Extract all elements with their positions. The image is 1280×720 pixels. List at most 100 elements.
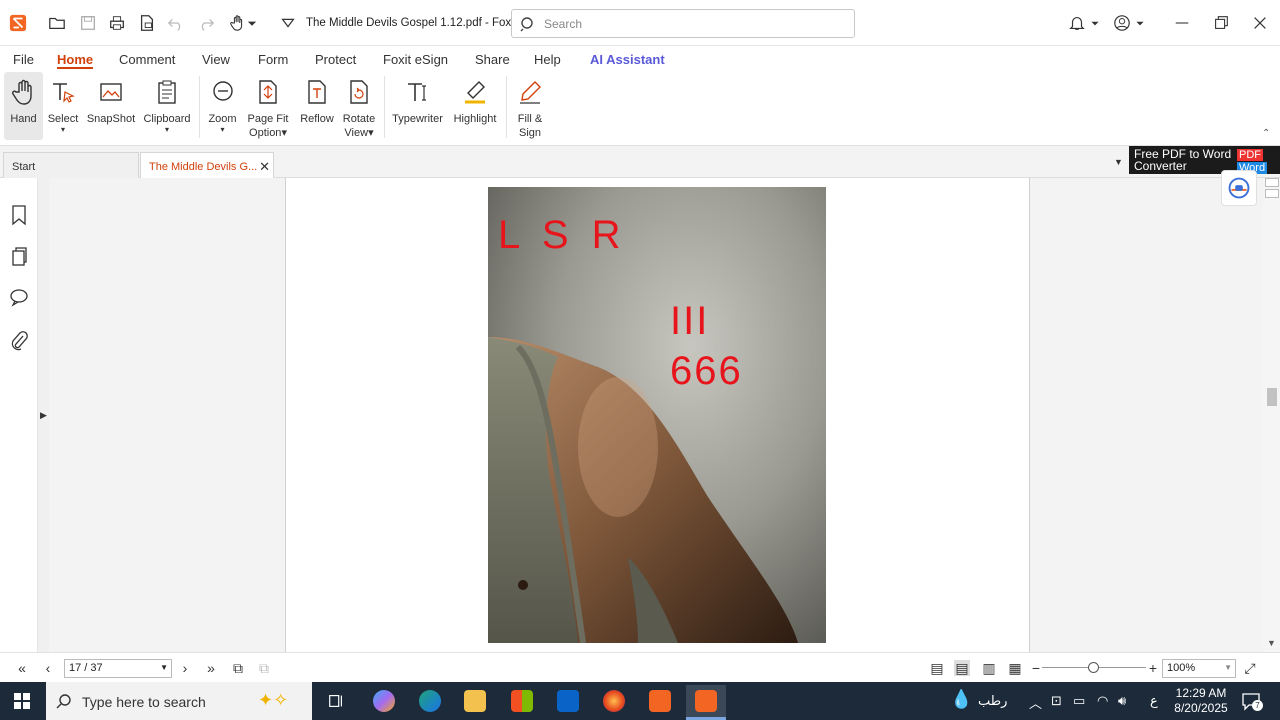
quick-access-dropdown-icon[interactable] xyxy=(245,13,259,33)
highlight-button[interactable]: Highlight xyxy=(450,72,500,140)
battery-icon[interactable]: ▭ xyxy=(1073,693,1085,709)
split-view-control[interactable] xyxy=(1265,189,1279,198)
search-box[interactable]: Search xyxy=(511,9,855,38)
expand-panel-icon[interactable]: ▶ xyxy=(40,410,47,421)
tab-document[interactable]: The Middle Devils G... ✕ xyxy=(140,152,274,178)
undo-icon[interactable] xyxy=(166,13,186,33)
tab-start[interactable]: Start xyxy=(3,152,139,178)
zoom-button[interactable]: Zoom ▾ xyxy=(205,72,240,140)
notification-center-icon[interactable]: 7 xyxy=(1241,691,1263,711)
previous-view-icon[interactable]: ⧉ xyxy=(230,660,246,676)
outlook-icon[interactable] xyxy=(548,685,588,717)
menu-ai-assistant[interactable]: AI Assistant xyxy=(590,52,665,67)
menu-comment[interactable]: Comment xyxy=(119,52,175,67)
bookmark-icon[interactable] xyxy=(9,204,29,226)
vertical-scrollbar[interactable]: ▼ xyxy=(1263,178,1280,652)
fullscreen-icon[interactable]: ⤢ xyxy=(1242,660,1258,676)
scroll-down-icon[interactable]: ▼ xyxy=(1267,638,1276,648)
continuous-page-icon[interactable]: ▤ xyxy=(954,660,970,676)
typewriter-button[interactable]: Typewriter xyxy=(390,72,445,140)
close-window-icon[interactable] xyxy=(1250,13,1270,33)
zoom-slider-thumb[interactable] xyxy=(1088,662,1099,673)
panel-toggle-strip[interactable]: ▶ xyxy=(38,178,49,652)
collapse-ribbon-icon[interactable]: ⌃ xyxy=(1262,128,1270,139)
bell-icon[interactable] xyxy=(1067,13,1087,33)
menu-share[interactable]: Share xyxy=(475,52,510,67)
menu-help[interactable]: Help xyxy=(534,52,561,67)
tab-list-dropdown-icon[interactable]: ▼ xyxy=(1114,157,1123,167)
typewriter-icon xyxy=(407,83,426,101)
zoom-in-small-icon[interactable]: + xyxy=(1145,660,1161,676)
reflow-button[interactable]: Reflow xyxy=(298,72,336,140)
last-page-icon[interactable]: » xyxy=(203,660,219,676)
file-explorer-icon[interactable] xyxy=(455,685,495,717)
attachment-icon[interactable] xyxy=(9,330,29,352)
scroll-thumb[interactable] xyxy=(1267,388,1277,406)
windows-start-icon[interactable] xyxy=(14,693,30,709)
taskbar-search-box[interactable]: Type here to search ✦✧ xyxy=(46,682,312,720)
menu-foxit-esign[interactable]: Foxit eSign xyxy=(383,52,448,67)
weather-text[interactable]: رطب xyxy=(978,693,1007,709)
zoom-level-input[interactable]: 100% ▼ xyxy=(1162,659,1236,678)
menu-protect[interactable]: Protect xyxy=(315,52,356,67)
microsoft-store-icon[interactable] xyxy=(502,685,542,717)
close-tab-icon[interactable]: ✕ xyxy=(259,159,270,175)
clipboard-button[interactable]: Clipboard ▾ xyxy=(141,72,193,140)
restore-icon[interactable] xyxy=(1211,13,1231,33)
next-page-icon[interactable]: › xyxy=(177,660,193,676)
zoom-out-small-icon[interactable]: − xyxy=(1028,660,1044,676)
clipboard-label: Clipboard xyxy=(143,113,191,125)
bell-dropdown-icon[interactable] xyxy=(1089,13,1101,33)
page-number-input[interactable]: 17 / 37 ▼ xyxy=(64,659,172,678)
edge-icon[interactable] xyxy=(410,685,450,717)
menu-form[interactable]: Form xyxy=(258,52,288,67)
next-view-icon[interactable]: ⧉ xyxy=(256,660,272,676)
single-page-icon[interactable]: ▤ xyxy=(929,660,945,676)
pages-icon[interactable] xyxy=(9,246,29,268)
minimize-icon[interactable] xyxy=(1172,13,1192,33)
continuous-facing-icon[interactable]: ▦ xyxy=(1007,660,1023,676)
hand-tool-button[interactable]: Hand xyxy=(4,72,43,140)
customize-dropdown-icon[interactable] xyxy=(278,13,298,33)
task-view-icon[interactable] xyxy=(316,685,356,717)
redo-icon[interactable] xyxy=(196,13,216,33)
facing-page-icon[interactable]: ▥ xyxy=(981,660,997,676)
highlight-label: Highlight xyxy=(453,113,497,125)
fill-sign-button[interactable]: Fill & Sign xyxy=(512,72,548,140)
save-icon[interactable] xyxy=(78,13,98,33)
select-tool-button[interactable]: Select ▾ xyxy=(46,72,80,140)
system-clock[interactable]: 12:29 AM 8/20/2025 xyxy=(1166,686,1236,716)
meet-now-icon[interactable]: ⊡ xyxy=(1051,693,1062,709)
zoom-dropdown-icon[interactable]: ▼ xyxy=(1224,663,1232,672)
firefox-icon[interactable] xyxy=(594,685,634,717)
page-fit-option-button[interactable]: Page Fit Option▾ xyxy=(246,72,290,140)
hand-icon xyxy=(11,79,32,105)
snapshot-button[interactable]: SnapShot xyxy=(86,72,136,140)
open-folder-icon[interactable] xyxy=(47,13,67,33)
account-icon[interactable] xyxy=(1112,13,1132,33)
previous-page-icon[interactable]: ‹ xyxy=(40,660,56,676)
ai-assistant-floating-button[interactable] xyxy=(1221,170,1257,206)
input-language[interactable]: ع xyxy=(1150,693,1158,709)
menu-file[interactable]: File xyxy=(13,52,34,67)
foxit-active-taskbar-icon[interactable] xyxy=(686,685,726,717)
copilot-icon[interactable] xyxy=(364,685,404,717)
first-page-icon[interactable]: « xyxy=(14,660,30,676)
weather-drop-icon[interactable]: 💧 xyxy=(950,689,972,710)
scroll-top-control[interactable] xyxy=(1265,178,1279,187)
comments-icon[interactable] xyxy=(9,286,29,308)
print-icon[interactable] xyxy=(107,13,127,33)
show-hidden-icons[interactable]: ︿ xyxy=(1029,693,1042,712)
new-document-icon[interactable] xyxy=(137,13,157,33)
pdf-to-word-promo[interactable]: Free PDF to Word Converter PDF Word xyxy=(1129,146,1280,174)
foxit-taskbar-icon[interactable] xyxy=(640,685,680,717)
volume-icon[interactable]: 🔊︎ xyxy=(1118,693,1126,709)
rotate-view-button[interactable]: Rotate View▾ xyxy=(340,72,378,140)
select-text-icon xyxy=(53,83,75,103)
page-dropdown-icon[interactable]: ▼ xyxy=(160,663,168,672)
ribbon: Hand Select ▾ SnapShot Clipboard ▾ Zoom … xyxy=(0,72,1280,146)
wifi-icon[interactable]: ◠ xyxy=(1097,693,1108,709)
account-dropdown-icon[interactable] xyxy=(1134,13,1146,33)
menu-home[interactable]: Home xyxy=(57,52,93,67)
menu-view[interactable]: View xyxy=(202,52,230,67)
